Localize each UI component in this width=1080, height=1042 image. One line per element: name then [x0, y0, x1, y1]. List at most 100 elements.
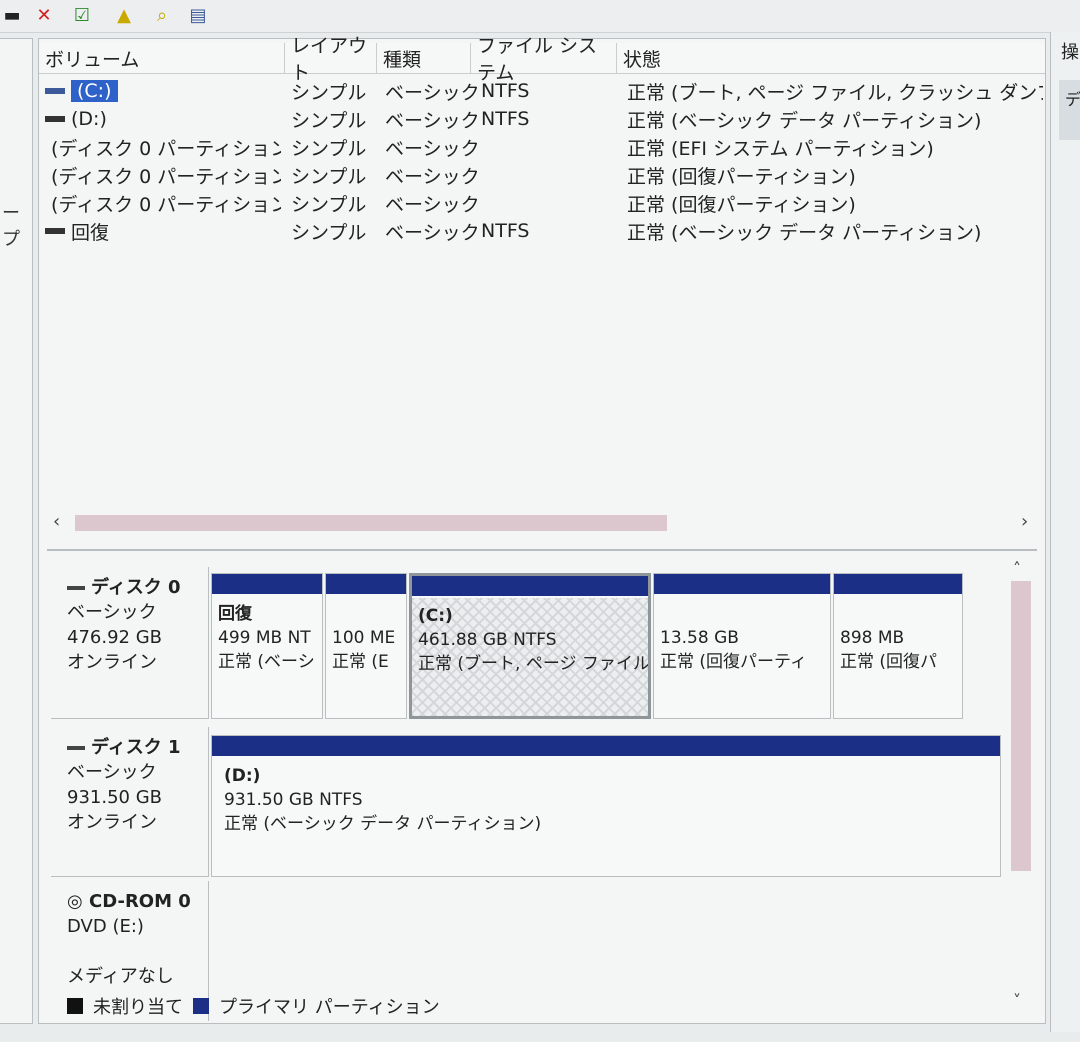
column-header-type[interactable]: 種類: [377, 43, 471, 73]
partition-size: 499 MB NT: [218, 628, 311, 648]
partition[interactable]: 回復 499 MB NT 正常 (ベーシ: [211, 573, 323, 719]
volume-row[interactable]: (ディスク 0 パーティション 6) シンプル ベーシック 正常 (回復パーティ…: [39, 189, 1045, 217]
volume-row[interactable]: (C:) シンプル ベーシック NTFS 正常 (ブート, ページ ファイル, …: [39, 77, 1045, 105]
filesystem-cell: NTFS: [481, 80, 530, 102]
partition-label: [332, 602, 406, 626]
left-pane-fragment: ープ: [2, 203, 20, 250]
disk-type: ベーシック: [67, 762, 157, 783]
partition-size: 13.58 GB: [660, 628, 739, 648]
column-header-volume[interactable]: ボリューム: [39, 43, 285, 73]
scroll-left-icon[interactable]: ‹: [53, 511, 60, 532]
disk-state: オンライン: [67, 652, 157, 673]
volume-row[interactable]: (ディスク 0 パーティション 5) シンプル ベーシック 正常 (回復パーティ…: [39, 161, 1045, 189]
disk-type: DVD (E:): [67, 916, 144, 937]
filesystem-cell: [481, 161, 621, 189]
layout-cell: シンプル: [291, 193, 367, 216]
filesystem-cell: [481, 189, 621, 217]
volume-row[interactable]: 回復 シンプル ベーシック NTFS 正常 (ベーシック データ パーティション…: [39, 217, 1045, 245]
type-cell: ベーシック: [385, 165, 477, 188]
partition-label: (D:): [224, 766, 261, 786]
volume-row[interactable]: (ディスク 0 パーティション 2) シンプル ベーシック 正常 (EFI シス…: [39, 133, 1045, 161]
actions-item[interactable]: デ: [1059, 80, 1080, 140]
legend-unallocated: 未割り当て: [93, 997, 183, 1018]
type-cell: ベーシック: [385, 193, 477, 216]
toolbar: ▬ ✕ ☑ ▲ ⌕ ▤: [0, 0, 1080, 33]
delete-icon[interactable]: ✕: [32, 3, 56, 27]
type-cell: ベーシック: [385, 221, 477, 244]
actions-header: 操: [1061, 42, 1079, 63]
partition-bar: [326, 574, 406, 594]
disk-name: ◎ CD-ROM 0: [67, 891, 191, 912]
partition-selected[interactable]: (C:) 461.88 GB NTFS 正常 (ブート, ページ ファイル,: [409, 573, 651, 719]
partition-label: [840, 602, 962, 626]
volume-cell: (ディスク 0 パーティション 2): [51, 137, 281, 160]
disk-management-main: ボリューム レイアウト 種類 ファイル システム 状態 (C:) シンプル ベー…: [38, 35, 1046, 1024]
left-pane: ープ: [0, 38, 33, 1024]
disk-size: 931.50 GB: [67, 787, 163, 808]
volume-cell: (D:): [45, 105, 281, 133]
pane-splitter[interactable]: [47, 549, 1037, 551]
type-cell: ベーシック: [385, 137, 477, 160]
partition-size: 931.50 GB NTFS: [224, 790, 363, 810]
filesystem-cell: NTFS: [481, 108, 530, 130]
checklist-icon[interactable]: ☑: [70, 3, 94, 27]
volume-cell: 回復: [45, 217, 281, 245]
scroll-down-icon[interactable]: ˅: [1013, 991, 1021, 1010]
volume-icon: [45, 88, 65, 94]
status-cell: 正常 (EFI システム パーティション): [627, 137, 934, 160]
disk-row-1: ディスク 1 ベーシック 931.50 GB オンライン (D:) 931.50…: [51, 727, 1001, 877]
disk-name: ディスク 1: [67, 735, 208, 760]
volume-icon: [45, 228, 65, 234]
partition-status: 正常 (ブート, ページ ファイル,: [418, 654, 648, 674]
search-folder-icon[interactable]: ⌕: [150, 3, 174, 27]
hscroll-thumb[interactable]: [75, 515, 667, 531]
scroll-up-icon[interactable]: ˄: [1013, 559, 1021, 578]
status-cell: 正常 (回復パーティション): [627, 165, 856, 188]
unallocated-swatch: [67, 998, 83, 1014]
layout-cell: シンプル: [291, 137, 367, 160]
column-header-layout[interactable]: レイアウト: [285, 35, 377, 84]
partition-status: 正常 (E: [332, 652, 389, 672]
legend-primary: プライマリ パーティション: [219, 997, 440, 1018]
disk-type: ベーシック: [67, 602, 157, 623]
primary-swatch: [193, 998, 209, 1014]
partition-size: 461.88 GB NTFS: [418, 630, 557, 650]
disk-name: ディスク 0: [67, 575, 208, 600]
partition[interactable]: 100 ME 正常 (E: [325, 573, 407, 719]
column-header-status[interactable]: 状態: [617, 43, 1045, 73]
vscroll-thumb[interactable]: [1011, 581, 1031, 871]
column-header-filesystem[interactable]: ファイル システム: [471, 35, 617, 84]
disk-info[interactable]: ディスク 0 ベーシック 476.92 GB オンライン: [51, 567, 209, 719]
volume-cell: (C:): [45, 77, 281, 105]
legend: 未割り当て プライマリ パーティション: [67, 993, 440, 1019]
drive-icon[interactable]: ▬: [0, 3, 24, 27]
disk-state: メディアなし: [67, 966, 174, 987]
volume-list-hscrollbar[interactable]: ‹ ›: [43, 511, 1041, 535]
partition[interactable]: 898 MB 正常 (回復パ: [833, 573, 963, 719]
status-cell: 正常 (ブート, ページ ファイル, クラッシュ ダンプ, ベーシ: [627, 81, 1043, 104]
status-cell: 正常 (ベーシック データ パーティション): [627, 109, 982, 132]
partition-bar: [212, 574, 322, 594]
partition[interactable]: (D:) 931.50 GB NTFS 正常 (ベーシック データ パーティショ…: [211, 735, 1001, 877]
status-cell: 正常 (ベーシック データ パーティション): [627, 221, 982, 244]
volume-row[interactable]: (D:) シンプル ベーシック NTFS 正常 (ベーシック データ パーティシ…: [39, 105, 1045, 133]
partition-bar: [212, 736, 1000, 756]
scroll-right-icon[interactable]: ›: [1021, 511, 1028, 532]
status-cell: 正常 (回復パーティション): [627, 193, 856, 216]
disk-info[interactable]: ディスク 1 ベーシック 931.50 GB オンライン: [51, 727, 209, 877]
folder-up-icon[interactable]: ▲: [112, 3, 136, 27]
layout-cell: シンプル: [291, 165, 367, 188]
disk-row-0: ディスク 0 ベーシック 476.92 GB オンライン 回復 499 MB N…: [51, 567, 1001, 719]
partition-size: 898 MB: [840, 628, 905, 648]
properties-icon[interactable]: ▤: [186, 3, 210, 27]
partition-status: 正常 (回復パ: [840, 652, 938, 672]
partition-status: 正常 (ベーシック データ パーティション): [224, 814, 542, 834]
partition-status: 正常 (回復パーティ: [660, 652, 808, 672]
partition[interactable]: 13.58 GB 正常 (回復パーティ: [653, 573, 831, 719]
cdrom-icon: ◎: [67, 891, 89, 912]
disk-icon: [67, 746, 85, 750]
partition-status: 正常 (ベーシ: [218, 652, 315, 672]
disk-icon: [67, 586, 85, 590]
partition-bar: [834, 574, 962, 594]
disk-map-vscrollbar[interactable]: ˄ ˅: [1009, 559, 1033, 1019]
